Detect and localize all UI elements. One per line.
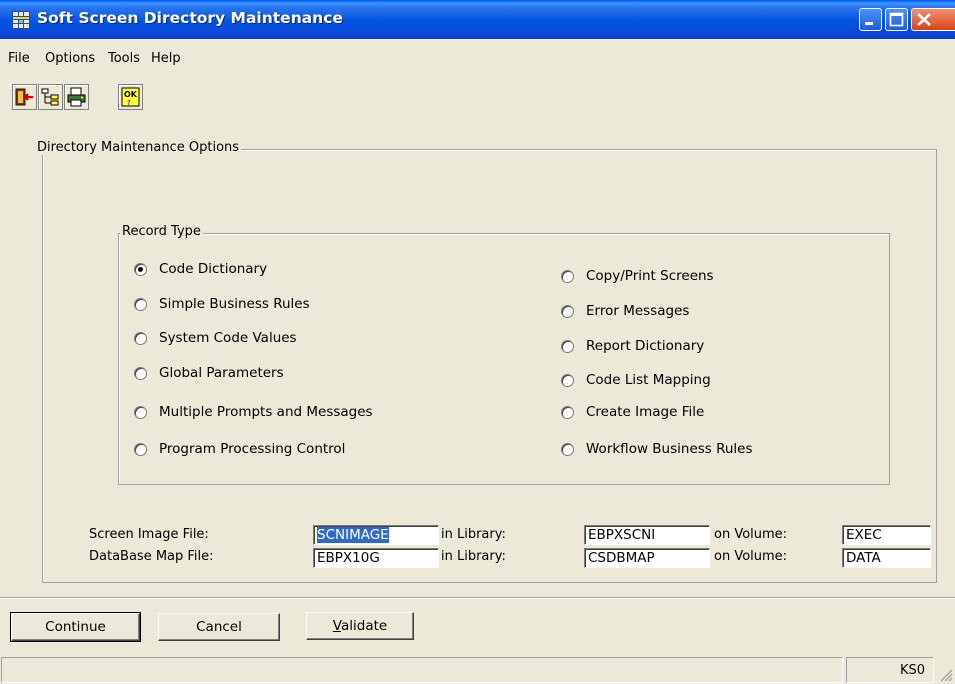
status-panel-user: KS0 [846, 657, 934, 683]
radio-program-processing-control[interactable]: Program Processing Control [134, 441, 345, 457]
tree-button[interactable] [38, 84, 63, 110]
ok-button[interactable]: OK ? [118, 84, 143, 110]
screen-image-volume-input[interactable]: EXEC [842, 525, 931, 545]
print-button[interactable] [64, 84, 89, 110]
database-map-library-label: in Library: [441, 549, 506, 564]
exit-button[interactable] [12, 84, 37, 110]
menu-bar: File Options Tools Help [0, 44, 955, 66]
screen-image-file-value: SCNIMAGE [317, 527, 389, 543]
radio-error-messages[interactable]: Error Messages [561, 303, 689, 319]
radio-workflow-business-rules[interactable]: Workflow Business Rules [561, 441, 753, 457]
printer-icon [67, 87, 86, 107]
resize-grip-icon[interactable] [938, 667, 953, 682]
record-type-label: Record Type [120, 224, 203, 239]
separator [0, 597, 955, 599]
radio-multiple-prompts[interactable]: Multiple Prompts and Messages [134, 404, 373, 420]
maximize-button[interactable] [885, 8, 908, 31]
database-map-library-input[interactable]: CSDBMAP [584, 548, 710, 568]
cancel-button-label: Cancel [196, 619, 242, 635]
radio-system-code-values[interactable]: System Code Values [134, 330, 297, 346]
window-title: Soft Screen Directory Maintenance [37, 9, 343, 27]
toolbar: OK ? [0, 84, 955, 111]
title-bar[interactable]: Soft Screen Directory Maintenance [0, 0, 955, 39]
screen-image-library-label: in Library: [441, 527, 506, 542]
radio-copy-print-screens[interactable]: Copy/Print Screens [561, 268, 714, 284]
radio-label: Code List Mapping [586, 372, 711, 388]
continue-button[interactable]: Continue [10, 612, 141, 642]
radio-label: System Code Values [159, 330, 297, 346]
svg-text:OK: OK [124, 90, 138, 99]
radio-label: Create Image File [586, 404, 705, 420]
menu-tools[interactable]: Tools [108, 51, 140, 66]
radio-report-dictionary[interactable]: Report Dictionary [561, 338, 704, 354]
screen-image-file-input[interactable]: SCNIMAGE [313, 525, 439, 545]
radio-label: Simple Business Rules [159, 296, 310, 312]
database-map-file-label: DataBase Map File: [89, 549, 214, 564]
close-icon [917, 13, 931, 26]
maximize-icon [889, 12, 904, 27]
database-map-volume-label: on Volume: [714, 549, 788, 564]
validate-button-label: Validate [332, 618, 388, 634]
minimize-icon [865, 22, 873, 25]
radio-code-list-mapping[interactable]: Code List Mapping [561, 372, 711, 388]
radio-label: Program Processing Control [159, 441, 346, 457]
continue-button-label: Continue [45, 619, 106, 635]
radio-label: Report Dictionary [586, 338, 705, 354]
close-button[interactable] [911, 8, 955, 31]
radio-label: Global Parameters [159, 365, 284, 381]
options-group-label: Directory Maintenance Options [35, 140, 242, 155]
screen-image-library-input[interactable]: EBPXSCNI [584, 525, 710, 545]
radio-label: Multiple Prompts and Messages [159, 404, 373, 420]
minimize-button[interactable] [859, 8, 882, 31]
database-map-file-input[interactable]: EBPX10G [313, 548, 439, 568]
svg-text:?: ? [127, 99, 131, 107]
radio-global-parameters[interactable]: Global Parameters [134, 365, 284, 381]
tree-structure-icon [41, 88, 59, 106]
radio-label: Code Dictionary [159, 261, 268, 277]
screen-image-volume-label: on Volume: [714, 527, 788, 542]
ok-validate-icon: OK ? [121, 87, 140, 107]
screen-image-file-label: Screen Image File: [89, 527, 209, 542]
radio-label: Copy/Print Screens [586, 268, 714, 284]
radio-create-image-file[interactable]: Create Image File [561, 404, 704, 420]
menu-file[interactable]: File [8, 51, 30, 66]
radio-code-dictionary[interactable]: Code Dictionary [134, 261, 267, 277]
menu-options[interactable]: Options [45, 51, 95, 66]
status-panel-main [1, 657, 843, 683]
validate-button[interactable]: Validate [306, 612, 414, 640]
radio-simple-business-rules[interactable]: Simple Business Rules [134, 296, 310, 312]
menu-help[interactable]: Help [151, 51, 181, 66]
exit-door-icon [15, 88, 33, 106]
database-map-volume-input[interactable]: DATA [842, 548, 931, 568]
radio-label: Error Messages [586, 303, 690, 319]
app-window: Soft Screen Directory Maintenance File O… [0, 0, 955, 684]
radio-selected-indicator [134, 262, 147, 276]
app-icon [12, 11, 30, 29]
radio-label: Workflow Business Rules [586, 441, 753, 457]
cancel-button[interactable]: Cancel [158, 613, 280, 641]
status-user-text: KS0 [899, 662, 925, 678]
